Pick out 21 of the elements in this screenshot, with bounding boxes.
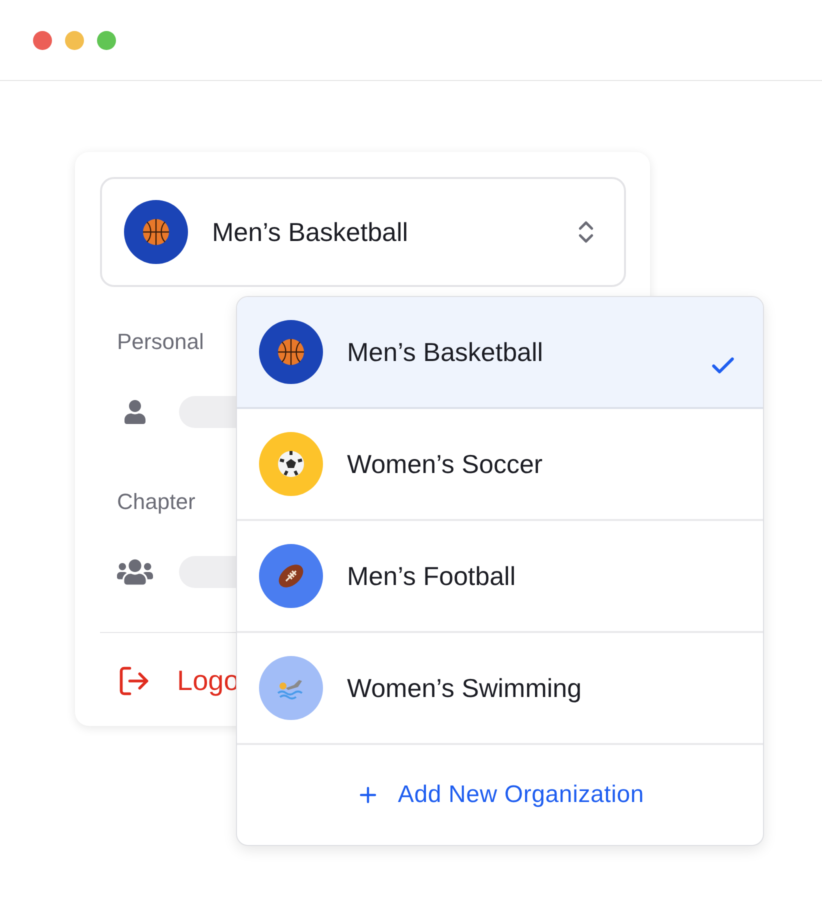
organization-selector[interactable]: Men’s Basketball [100, 177, 626, 287]
section-label: Chapter [117, 488, 196, 516]
logout-icon [117, 664, 151, 698]
add-organization-button[interactable]: Add New Organization [237, 745, 763, 845]
person-icon [123, 400, 147, 424]
section-label: Personal [117, 328, 204, 356]
window-control-button[interactable] [65, 30, 84, 50]
organization-name: Men’s Football [347, 560, 517, 592]
basketball-icon [277, 338, 305, 366]
window-control-button[interactable] [33, 30, 52, 50]
window-control-button[interactable] [97, 30, 116, 50]
organization-option[interactable]: Women’s Soccer [237, 409, 763, 521]
organization-option[interactable]: Men’s Basketball [237, 297, 763, 409]
organization-name: Men’s Basketball [212, 216, 410, 248]
organization-option[interactable]: Men’s Football [237, 521, 763, 633]
basketball-icon [142, 218, 170, 246]
organization-name: Men’s Basketball [347, 336, 544, 368]
soccer-ball-icon [277, 450, 305, 478]
organization-name: Women’s Soccer [347, 448, 544, 480]
organization-name: Women’s Swimming [347, 672, 583, 704]
organization-option[interactable]: Women’s Swimming [237, 633, 763, 745]
